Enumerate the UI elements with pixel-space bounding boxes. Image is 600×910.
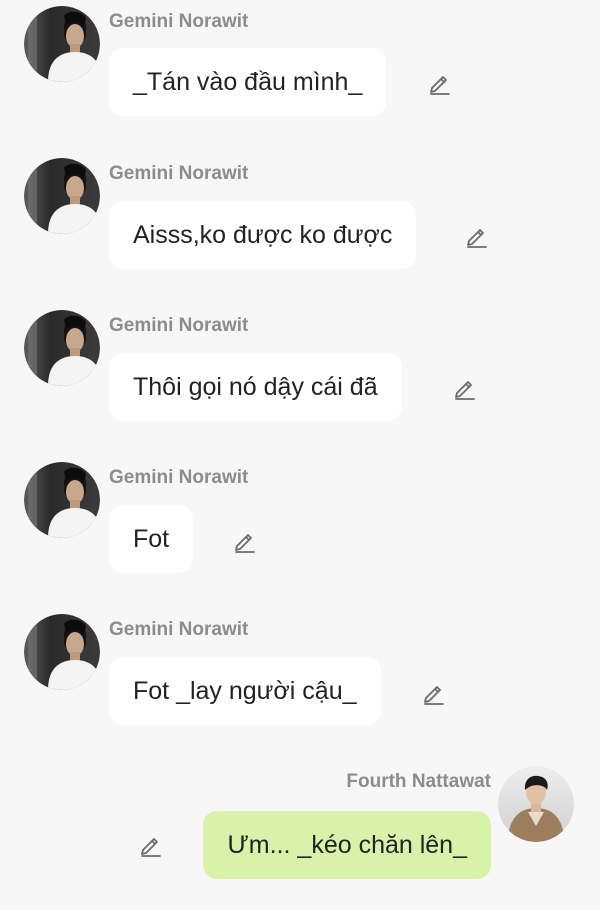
message-bubble[interactable]: _Tán vào đầu mình_ <box>109 48 387 116</box>
pencil-icon[interactable] <box>421 679 447 705</box>
pencil-icon[interactable] <box>232 527 258 553</box>
sender-name: Fourth Nattawat <box>346 771 491 792</box>
sender-avatar[interactable] <box>24 158 100 234</box>
message-bubble[interactable]: Fot <box>109 505 194 573</box>
sender-avatar[interactable] <box>24 614 100 690</box>
sender-name: Gemini Norawit <box>109 315 249 336</box>
sender-name: Gemini Norawit <box>109 619 249 640</box>
sender-name: Gemini Norawit <box>109 11 249 32</box>
sender-avatar[interactable] <box>24 310 100 386</box>
message-bubble[interactable]: Aisss,ko được ko được <box>109 201 417 269</box>
pencil-icon[interactable] <box>464 222 490 248</box>
pencil-icon[interactable] <box>452 374 478 400</box>
sender-avatar[interactable] <box>24 6 100 82</box>
pencil-icon[interactable] <box>138 831 164 857</box>
message-bubble[interactable]: Fot _lay người cậu_ <box>109 657 381 725</box>
sender-name: Gemini Norawit <box>109 467 249 488</box>
sender-avatar[interactable] <box>24 462 100 538</box>
message-bubble[interactable]: Thôi gọi nó dậy cái đã <box>109 353 402 421</box>
sender-name: Gemini Norawit <box>109 163 249 184</box>
sender-avatar[interactable] <box>498 766 574 842</box>
pencil-icon[interactable] <box>427 69 453 95</box>
message-bubble[interactable]: Ưm... _kéo chăn lên_ <box>203 811 491 879</box>
